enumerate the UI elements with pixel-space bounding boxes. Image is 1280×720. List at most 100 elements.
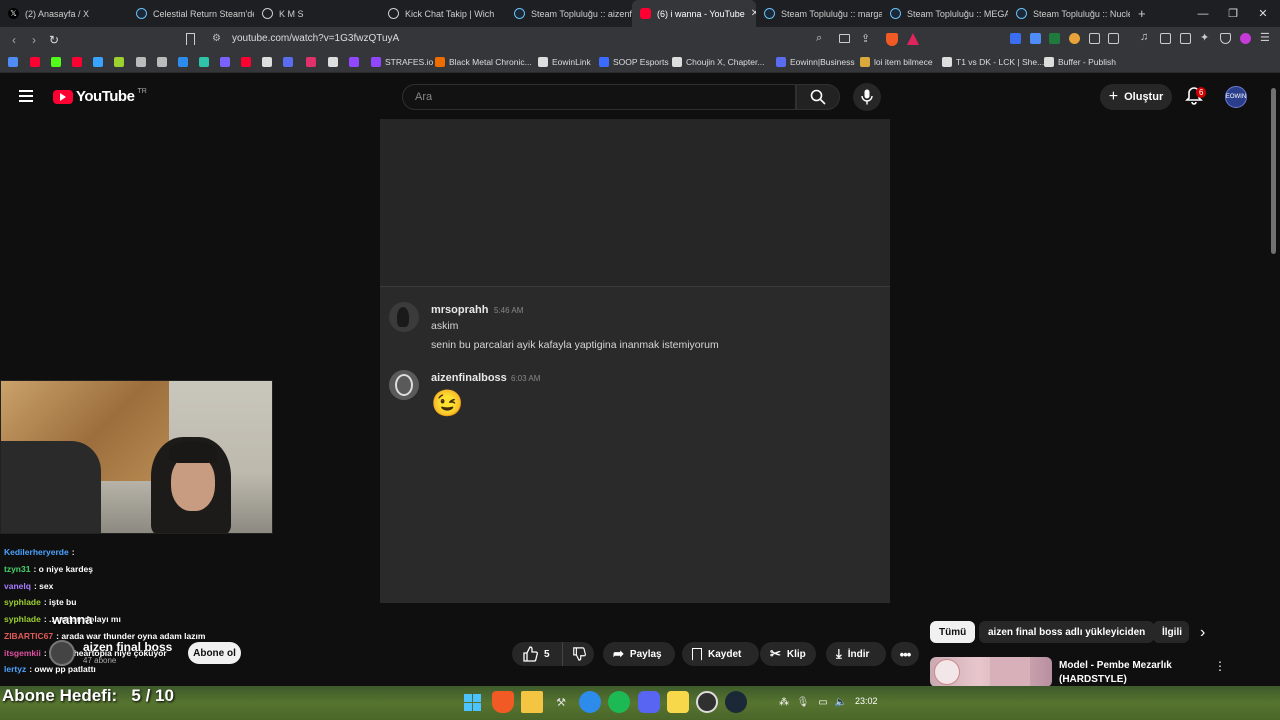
minimize-icon[interactable]: — — [1188, 0, 1218, 27]
music-icon[interactable]: ♫ — [1140, 31, 1151, 43]
bookmark-item[interactable]: Black Metal Chronic... — [435, 57, 532, 67]
sidebar-icon[interactable] — [1160, 33, 1171, 44]
bookmark-item[interactable]: Eowinn|Business — [776, 57, 855, 67]
page-scrollbar[interactable] — [1271, 88, 1276, 254]
bookmark-item[interactable] — [349, 57, 359, 67]
bookmark-item[interactable] — [306, 57, 316, 67]
bookmark-item[interactable] — [199, 57, 209, 67]
save-button[interactable]: Kaydet — [682, 642, 759, 666]
brave-browser-icon[interactable] — [492, 691, 514, 713]
tab-steam-aizen[interactable]: Steam Topluluğu :: aizenfi — [506, 0, 632, 27]
discord-icon[interactable] — [638, 691, 660, 713]
new-tab-button[interactable]: + — [1130, 0, 1154, 27]
bookmark-item[interactable] — [262, 57, 272, 67]
sticky-notes-icon[interactable] — [667, 691, 689, 713]
tab-youtube-active[interactable]: (6) i wanna - YouTube ✕ — [632, 0, 756, 27]
bookmark-item[interactable]: Choujin X, Chapter... — [672, 57, 764, 67]
channel-name[interactable]: aizen final boss — [83, 640, 172, 654]
chevron-right-icon[interactable]: › — [1200, 624, 1205, 642]
maximize-icon[interactable]: ❐ — [1218, 0, 1248, 27]
hamburger-menu-icon[interactable] — [19, 90, 33, 102]
tab-twitter[interactable]: 𝕏 (2) Anasayfa / X — [0, 0, 128, 27]
rewards-icon[interactable] — [907, 33, 919, 45]
menu-icon[interactable]: ☰ — [1260, 31, 1271, 44]
bookmark-item[interactable]: EowinLink — [538, 57, 591, 67]
clip-button[interactable]: ✂ Klip — [760, 642, 816, 666]
cast-icon[interactable] — [839, 34, 850, 43]
chip-all[interactable]: Tümü — [930, 621, 976, 643]
wallet-icon[interactable] — [1180, 33, 1191, 44]
bookmark-item[interactable]: Buffer - Publish — [1044, 57, 1116, 67]
chip-related[interactable]: İlgili — [1153, 621, 1189, 643]
more-actions-button[interactable]: ••• — [891, 642, 919, 666]
share-page-icon[interactable]: ⇪ — [861, 32, 870, 45]
channel-avatar[interactable] — [49, 640, 75, 666]
bookmark-item[interactable] — [328, 57, 338, 67]
bookmark-item[interactable] — [283, 57, 293, 67]
url-field[interactable]: youtube.com/watch?v=1G3fwzQTuyA — [232, 33, 399, 44]
bookmark-item[interactable] — [178, 57, 188, 67]
extension-icon[interactable] — [1108, 33, 1119, 44]
youtube-logo[interactable]: YouTube TR — [53, 88, 147, 105]
tool-icon[interactable]: ⚒ — [550, 691, 572, 713]
bookmark-item[interactable] — [72, 57, 82, 67]
zoom-icon[interactable]: ⌕ — [816, 32, 822, 45]
brave-shield-icon[interactable] — [886, 33, 898, 46]
bookmark-item[interactable] — [93, 57, 103, 67]
bookmark-page-icon[interactable] — [186, 33, 195, 45]
tab-celestial-return[interactable]: Celestial Return Steam'de — [128, 0, 254, 27]
bookmark-item[interactable] — [30, 57, 40, 67]
recommended-thumbnail[interactable] — [930, 657, 1052, 687]
video-player[interactable]: mrsoprahh 5:46 AM askim senin bu parcala… — [380, 119, 890, 603]
voice-search-button[interactable] — [853, 83, 881, 111]
bookmark-item[interactable] — [8, 57, 18, 67]
bookmark-item[interactable] — [220, 57, 230, 67]
volume-icon[interactable]: 🔈 — [830, 691, 852, 713]
recommended-title[interactable]: Model - Pembe Mezarlık (HARDSTYLE) — [1059, 659, 1209, 687]
close-window-icon[interactable]: ✕ — [1248, 0, 1278, 27]
microphone-tray-icon[interactable]: 🎙 — [792, 691, 814, 713]
back-icon[interactable]: ‹ — [4, 30, 24, 50]
profile-icon[interactable] — [1240, 33, 1251, 44]
tab-kick-chat[interactable]: Kick Chat Takip | Wich — [380, 0, 506, 27]
bookmark-item[interactable]: loi item bilmece — [860, 57, 933, 67]
site-settings-icon[interactable]: ⚙ — [212, 33, 221, 44]
bookmark-item[interactable] — [241, 57, 251, 67]
bookmark-item[interactable]: SOOP Esports — [599, 57, 669, 67]
extension-icon[interactable] — [1089, 33, 1100, 44]
extension-icon[interactable] — [1030, 33, 1041, 44]
tab-kms[interactable]: K M S — [254, 0, 380, 27]
tab-steam-marga[interactable]: Steam Topluluğu :: marga — [756, 0, 882, 27]
account-avatar[interactable]: EOWIN — [1225, 86, 1247, 108]
like-button[interactable]: 5 — [512, 642, 562, 666]
bookmark-item[interactable] — [157, 57, 167, 67]
reload-icon[interactable]: ↻ — [44, 30, 64, 50]
bookmark-item[interactable]: STRAFES.io — [371, 57, 433, 67]
bookmark-item[interactable] — [114, 57, 124, 67]
bookmark-item[interactable]: T1 vs DK - LCK | She... — [942, 57, 1044, 67]
search-button[interactable] — [796, 84, 840, 110]
download-button[interactable]: ⤓ İndir — [826, 642, 886, 666]
search-input[interactable]: Ara — [402, 84, 796, 110]
create-button[interactable]: + Oluştur — [1100, 84, 1172, 110]
chip-from-uploader[interactable]: aizen final boss adlı yükleyiciden — [979, 621, 1155, 643]
taskbar-clock[interactable]: 23:02 — [855, 696, 878, 706]
windows-start-icon[interactable] — [461, 691, 483, 713]
leo-ai-icon[interactable]: ✦ — [1200, 31, 1211, 44]
extension-icon[interactable] — [1010, 33, 1021, 44]
extension-icon[interactable] — [1069, 33, 1080, 44]
share-button[interactable]: ➦ Paylaş — [603, 642, 675, 666]
vpn-icon[interactable] — [1220, 33, 1231, 44]
tab-steam-mega[interactable]: Steam Topluluğu :: MEGA — [882, 0, 1008, 27]
forward-icon[interactable]: › — [24, 30, 44, 50]
steam-taskbar-icon[interactable] — [725, 691, 747, 713]
bookmark-item[interactable] — [51, 57, 61, 67]
bookmark-item[interactable] — [136, 57, 146, 67]
obs-icon[interactable] — [696, 691, 718, 713]
app-icon[interactable] — [579, 691, 601, 713]
tab-steam-nuclea[interactable]: Steam Topluluğu :: Nuclea — [1008, 0, 1130, 27]
spotify-icon[interactable] — [608, 691, 630, 713]
extension-icon[interactable] — [1049, 33, 1060, 44]
subscribe-button[interactable]: Abone ol — [188, 642, 241, 664]
dislike-button[interactable] — [562, 642, 594, 666]
